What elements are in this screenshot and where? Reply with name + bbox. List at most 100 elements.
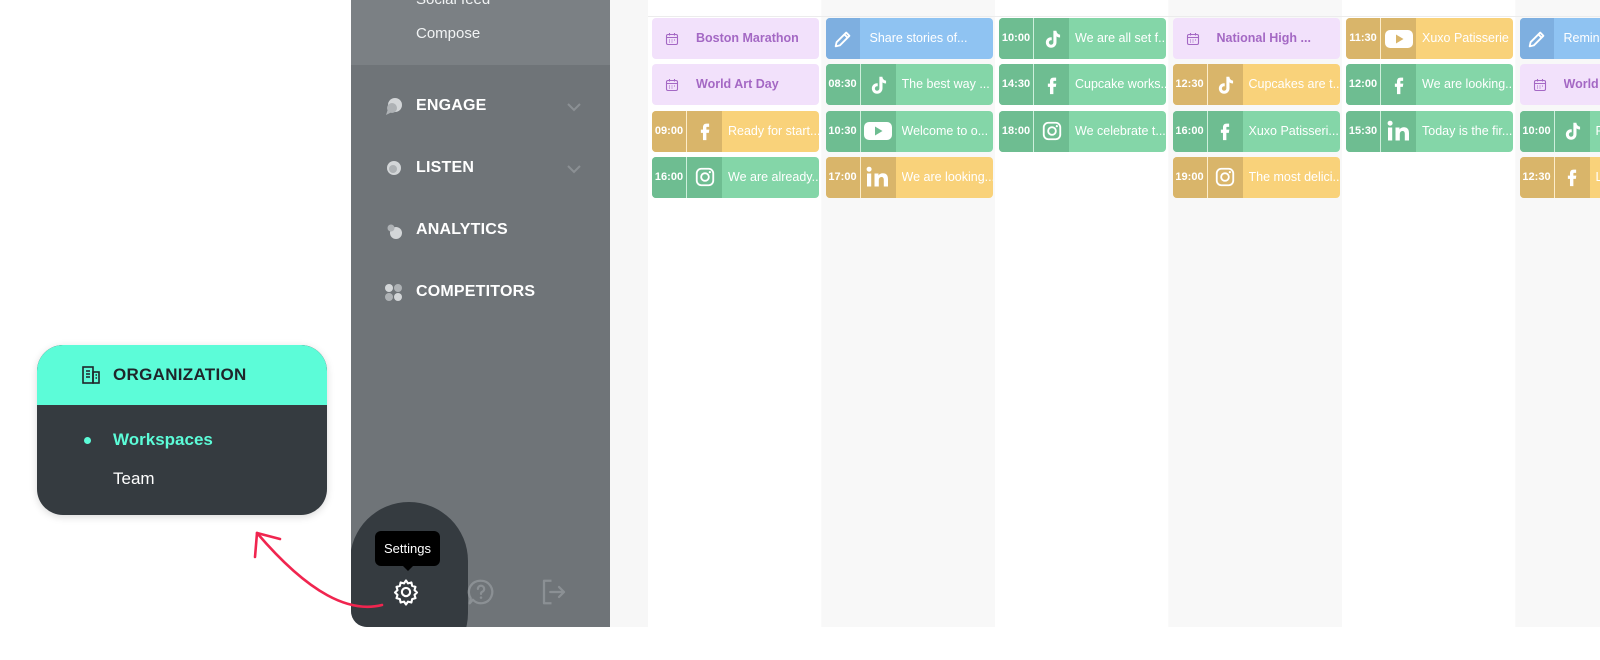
instagram-icon (1034, 110, 1069, 152)
note-text: Share stories of... (869, 31, 968, 45)
calendar-post-card[interactable]: 10:00 We are all set f... (999, 18, 1166, 59)
calendar-post-card[interactable]: 18:00 We celebrate t... (999, 110, 1166, 152)
youtube-icon (860, 110, 896, 152)
calendar-post-card[interactable]: 16:00 Xuxo Patisseri... (1172, 110, 1340, 152)
calendar-post-card[interactable]: 08:30 The best way ... (825, 64, 993, 106)
post-time: 08:30 (825, 64, 860, 106)
youtube-icon (1381, 18, 1416, 59)
calendar-post-card[interactable]: 19:00 The most delici... (1172, 156, 1340, 198)
calendar-event-card[interactable]: Boston Marathon (652, 18, 819, 59)
tiktok-icon (1207, 64, 1243, 106)
post-time: 15:30 (1346, 110, 1380, 152)
facebook-icon (1034, 64, 1069, 106)
logout-icon[interactable] (539, 577, 569, 607)
sidebar-subitem-social-feed[interactable]: Social feed (416, 0, 490, 8)
post-text: We are already... (728, 169, 819, 184)
post-time: 12:30 (1172, 64, 1207, 106)
post-text: Welcome to o... (901, 123, 989, 138)
linkedin-icon (860, 156, 896, 198)
listen-icon (387, 161, 401, 175)
tiktok-icon (860, 64, 896, 106)
post-time: 19:00 (1172, 156, 1207, 198)
sidebar-item-label: COMPETITORS (416, 283, 536, 300)
post-text: The best way ... (901, 77, 990, 92)
organization-header[interactable]: ORGANIZATION (37, 345, 327, 405)
chevron-down-icon (567, 165, 581, 174)
calendar-post-card[interactable]: 09:00 Ready for start... (652, 110, 819, 152)
post-text: We are looking... (1422, 77, 1513, 92)
day-column: National High ... 12:30 Cupcakes are t... 1… (1168, 0, 1342, 627)
calendar-post-card[interactable]: 12:00 We are looking... (1346, 64, 1513, 106)
calendar-post-card[interactable]: 10:00 F (1519, 110, 1600, 152)
calendar-post-card[interactable]: 10:30 Welcome to o... (825, 110, 993, 152)
instagram-icon (1207, 156, 1243, 198)
calendar-icon (1530, 64, 1550, 105)
calendar-note-card[interactable]: Share stories of... (825, 18, 993, 59)
post-time: 12:00 (1346, 64, 1380, 106)
active-indicator (84, 437, 91, 444)
event-title: National High ... (1216, 31, 1311, 45)
pencil-icon (825, 18, 860, 59)
post-time: 18:00 (999, 110, 1033, 152)
day-column: 10:00 We are all set f... 14:30 Cupcake wor… (995, 0, 1168, 627)
post-text: Xuxo Patisseri... (1248, 123, 1339, 138)
day-column: Boston Marathon World Art Day 09:00 Ready f… (648, 0, 821, 627)
post-time: 10:30 (825, 110, 860, 152)
calendar-post-card[interactable]: 16:00 We are already... (652, 156, 819, 198)
gear-icon[interactable] (391, 577, 421, 607)
post-text: L (1595, 169, 1600, 184)
post-time: 12:30 (1519, 156, 1554, 198)
facebook-icon (1381, 64, 1416, 106)
calendar-week-view: Boston Marathon World Art Day 09:00 Ready f… (610, 0, 1600, 627)
sidebar-submenu: Social feed Compose (351, 0, 610, 65)
post-text: We celebrate t... (1075, 123, 1166, 138)
organization-title: ORGANIZATION (113, 365, 247, 384)
pencil-icon (1519, 18, 1554, 59)
tiktok-icon (1034, 18, 1069, 59)
post-time: 16:00 (1172, 110, 1207, 152)
calendar-note-card[interactable]: Remind (1519, 18, 1600, 59)
organization-item-team[interactable]: Team (113, 469, 155, 489)
sidebar-item-analytics[interactable]: ANALYTICS (351, 211, 610, 251)
post-text: Today is the fir... (1422, 123, 1513, 138)
organization-item-workspaces[interactable]: Workspaces (113, 430, 213, 450)
calendar-post-card[interactable]: 11:30 Xuxo Patisserie (1346, 18, 1513, 59)
post-text: Xuxo Patisserie (1422, 31, 1509, 45)
calendar-event-card[interactable]: World (1519, 64, 1600, 106)
help-icon[interactable] (466, 577, 496, 607)
post-time: 16:00 (652, 156, 686, 198)
post-text: We are looking... (901, 169, 993, 184)
sidebar-subitem-compose[interactable]: Compose (416, 25, 480, 42)
tiktok-icon (1554, 110, 1590, 152)
instagram-icon (687, 156, 722, 198)
day-column: Share stories of... 08:30 The best way ...… (821, 0, 995, 627)
calendar-event-card[interactable]: World Art Day (652, 64, 819, 106)
engage-icon (386, 98, 402, 115)
post-text: The most delici... (1248, 169, 1340, 184)
sidebar-item-label: LISTEN (416, 159, 475, 176)
post-time: 10:00 (999, 18, 1033, 59)
sidebar-item-competitors[interactable]: COMPETITORS (351, 273, 610, 313)
calendar-post-card[interactable]: 15:30 Today is the fir... (1346, 110, 1513, 152)
sidebar-item-listen[interactable]: LISTEN (351, 149, 610, 189)
post-time: 10:00 (1519, 110, 1554, 152)
calendar-post-card[interactable]: 14:30 Cupcake works... (999, 64, 1166, 106)
event-title: Boston Marathon (696, 31, 799, 45)
sidebar-item-label: ANALYTICS (416, 221, 508, 238)
post-text: Cupcake works... (1075, 77, 1166, 92)
post-time: 11:30 (1346, 18, 1380, 59)
calendar-post-card[interactable]: 12:30 Cupcakes are t... (1172, 64, 1340, 106)
calendar-icon (662, 64, 682, 105)
post-text: Cupcakes are t... (1248, 77, 1340, 92)
annotation-arrow (253, 531, 384, 609)
post-text: We are all set f... (1075, 31, 1166, 45)
calendar-post-card[interactable]: 12:30 L (1519, 156, 1600, 198)
analytics-icon (387, 224, 402, 239)
calendar-post-card[interactable]: 17:00 We are looking... (825, 156, 993, 198)
calendar-header-strip (648, 0, 1600, 17)
calendar-event-card[interactable]: National High ... (1172, 18, 1340, 59)
linkedin-icon (1381, 110, 1416, 152)
sidebar-item-engage[interactable]: ENGAGE (351, 87, 610, 127)
note-text: Remind (1563, 31, 1600, 45)
event-title: World (1563, 77, 1599, 92)
